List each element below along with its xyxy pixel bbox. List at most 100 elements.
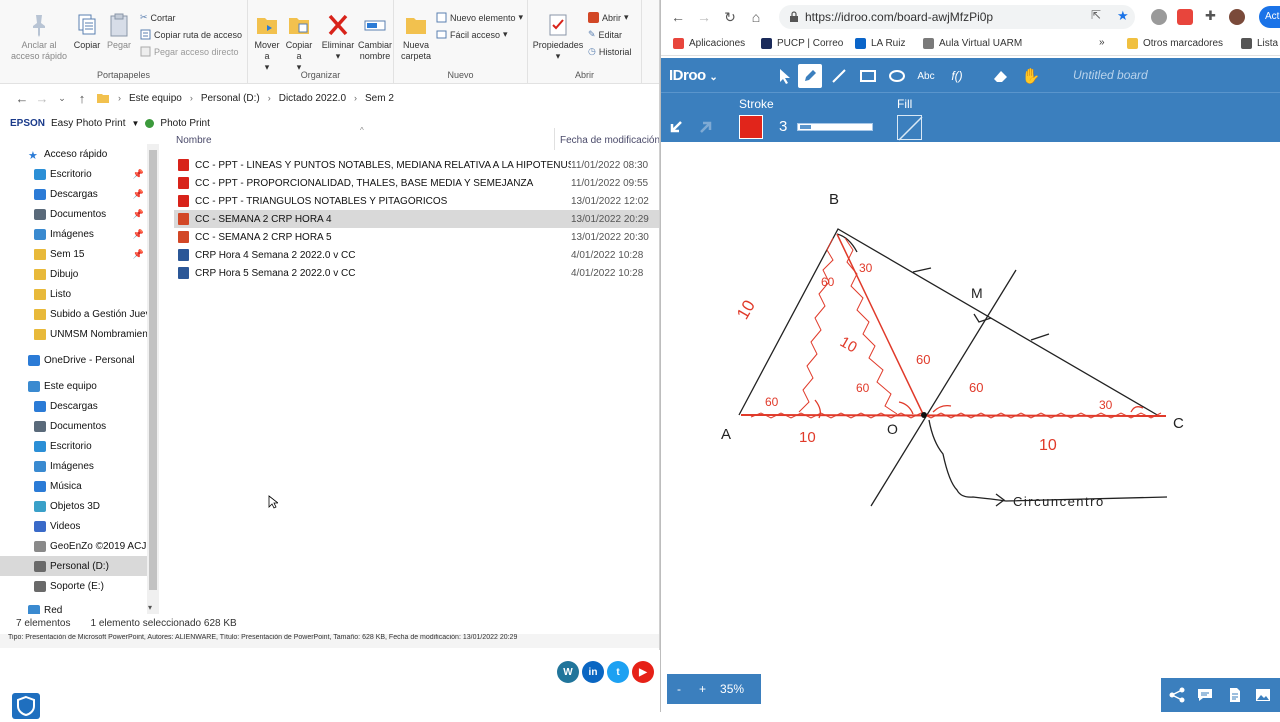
nav-item[interactable]: Documentos	[0, 416, 150, 436]
bookmark-item[interactable]: PUCP | Correo	[761, 38, 843, 49]
move-to-button[interactable]: Mover a ▾	[252, 12, 282, 73]
board-title[interactable]: Untitled board	[1073, 68, 1148, 82]
nav-item[interactable]: Sem 15 📌	[0, 244, 150, 264]
nav-item[interactable]: Soporte (E:)	[0, 576, 150, 596]
up-arrow-icon[interactable]: ↑	[72, 91, 92, 106]
photo-print-link[interactable]: Photo Print	[160, 118, 209, 129]
puzzle-extensions-icon[interactable]: ✚	[1205, 8, 1216, 24]
nav-scrollbar[interactable]: ▾	[147, 144, 159, 614]
file-row[interactable]: CC - SEMANA 2 CRP HORA 4 13/01/2022 20:29	[174, 210, 659, 228]
breadcrumb-item[interactable]: Personal (D:)	[201, 93, 260, 104]
delete-button[interactable]: Eliminar ▾	[320, 12, 356, 62]
nav-item[interactable]: Escritorio	[0, 436, 150, 456]
extension-icon[interactable]	[1177, 9, 1193, 25]
twitter-icon[interactable]: t	[607, 661, 629, 683]
update-button[interactable]: Act	[1259, 6, 1280, 28]
share-icon[interactable]	[1169, 687, 1185, 703]
nav-item[interactable]: OneDrive - Personal	[0, 350, 150, 370]
nav-item[interactable]: Objetos 3D	[0, 496, 150, 516]
copy-to-button[interactable]: Copiar a ▾	[284, 12, 314, 73]
nav-item[interactable]: Descargas	[0, 396, 150, 416]
line-tool-icon[interactable]	[827, 64, 851, 88]
idroo-logo[interactable]: IDroo ⌄	[669, 67, 718, 84]
share-icon[interactable]: ⇱	[1091, 8, 1101, 22]
history-button[interactable]: ◷ Historial	[588, 46, 631, 57]
image-icon[interactable]	[1255, 687, 1271, 703]
youtube-icon[interactable]: ▶	[632, 661, 654, 683]
cut-button[interactable]: ✂ Cortar	[140, 12, 176, 23]
bookmark-item[interactable]: Lista	[1241, 38, 1278, 49]
nav-item[interactable]: Música	[0, 476, 150, 496]
nav-item[interactable]: Personal (D:)	[0, 556, 150, 576]
properties-button[interactable]: Propiedades ▾	[532, 12, 584, 62]
file-row[interactable]: CC - PPT - TRIÁNGULOS NOTABLES Y PITAGÓR…	[174, 192, 659, 210]
nav-item[interactable]: Imágenes 📌	[0, 224, 150, 244]
nav-item[interactable]: Subido a Gestión Juev	[0, 304, 150, 324]
ellipse-tool-icon[interactable]	[885, 64, 909, 88]
easy-photo-print-link[interactable]: Easy Photo Print	[51, 118, 125, 129]
easy-access-button[interactable]: Fácil acceso ▾	[436, 29, 508, 40]
eraser-tool-icon[interactable]	[989, 64, 1013, 88]
text-tool-icon[interactable]: Abc	[914, 64, 938, 88]
copy-button[interactable]: Copiar	[70, 12, 104, 51]
nav-item[interactable]: Descargas 📌	[0, 184, 150, 204]
bookmark-item[interactable]: Otros marcadores	[1127, 38, 1223, 49]
file-row[interactable]: CC - SEMANA 2 CRP HORA 5 13/01/2022 20:30	[174, 228, 659, 246]
nav-item[interactable]: GeoEnZo ©2019 ACJ (	[0, 536, 150, 556]
breadcrumb-item[interactable]: Sem 2	[365, 93, 394, 104]
nav-item[interactable]: Dibujo	[0, 264, 150, 284]
scrollbar-thumb[interactable]	[149, 150, 157, 590]
paste-shortcut-button[interactable]: Pegar acceso directo	[140, 46, 239, 57]
wordpress-icon[interactable]: W	[557, 661, 579, 683]
nav-item[interactable]: Escritorio 📌	[0, 164, 150, 184]
nav-item[interactable]: Documentos 📌	[0, 204, 150, 224]
open-button[interactable]: Abrir ▾	[588, 12, 629, 23]
nav-item[interactable]: Videos	[0, 516, 150, 536]
undo-icon[interactable]	[667, 118, 685, 136]
avatar[interactable]	[1229, 9, 1245, 25]
reload-icon[interactable]: ↻	[717, 9, 743, 26]
bookmark-item[interactable]: LA Ruiz	[855, 38, 905, 49]
edit-button[interactable]: ✎ Editar	[588, 29, 622, 40]
copy-path-button[interactable]: Copiar ruta de acceso	[140, 29, 242, 40]
new-folder-button[interactable]: Nueva carpeta	[398, 12, 434, 62]
hand-tool-icon[interactable]: ✋	[1019, 64, 1043, 88]
file-row[interactable]: CRP Hora 4 Semana 2 2022.0 v CC 4/01/2022…	[174, 246, 659, 264]
zoom-in-button[interactable]: +	[699, 682, 706, 696]
breadcrumb-item[interactable]: Este equipo	[129, 93, 182, 104]
rectangle-tool-icon[interactable]	[856, 64, 880, 88]
home-icon[interactable]: ⌂	[743, 9, 769, 25]
nav-item[interactable]: Listo	[0, 284, 150, 304]
file-row[interactable]: CC - PPT - LÍNEAS Y PUNTOS NOTABLES, MED…	[174, 156, 659, 174]
document-icon[interactable]	[1227, 687, 1243, 703]
nav-item[interactable]: ★ Acceso rápido	[0, 144, 150, 164]
stroke-width-slider[interactable]	[797, 123, 873, 131]
column-header-date[interactable]: Fecha de modificación	[560, 135, 659, 146]
nav-item[interactable]: UNMSM Nombramien	[0, 324, 150, 344]
nav-item[interactable]: Este equipo	[0, 376, 150, 396]
file-row[interactable]: CRP Hora 5 Semana 2 2022.0 v CC 4/01/2022…	[174, 264, 659, 282]
zoom-out-button[interactable]: -	[677, 682, 681, 696]
column-header-name[interactable]: Nombre	[176, 135, 212, 146]
more-bookmarks-icon[interactable]: »	[1099, 37, 1105, 48]
shield-icon[interactable]	[12, 693, 40, 719]
bookmark-item[interactable]: Aplicaciones	[673, 38, 745, 49]
skype-extension-icon[interactable]	[1151, 9, 1167, 25]
breadcrumb-item[interactable]: Dictado 2022.0	[279, 93, 346, 104]
nav-item[interactable]: Red	[0, 600, 150, 614]
chat-icon[interactable]	[1197, 687, 1213, 703]
file-row[interactable]: CC - PPT - PROPORCIONALIDAD, THALES, BAS…	[174, 174, 659, 192]
pen-tool-icon[interactable]	[798, 64, 822, 88]
paste-button[interactable]: Pegar	[104, 12, 134, 51]
select-tool-icon[interactable]	[773, 64, 797, 88]
forward-arrow-icon[interactable]: →	[32, 91, 52, 106]
formula-tool-icon[interactable]: f()	[945, 64, 969, 88]
bookmark-item[interactable]: Aula Virtual UARM	[923, 38, 1022, 49]
scroll-down-icon[interactable]: ▾	[148, 603, 152, 612]
forward-arrow-icon[interactable]: →	[691, 9, 717, 25]
pin-quick-access-button[interactable]: Anclar al acceso rápido	[8, 12, 70, 62]
back-arrow-icon[interactable]: ←	[665, 9, 691, 25]
recent-chevron-icon[interactable]: ⌄	[52, 93, 72, 104]
rename-button[interactable]: Cambiar nombre	[356, 12, 394, 62]
url-field[interactable]: https://idroo.com/board-awjMfzPi0p	[779, 5, 1135, 29]
